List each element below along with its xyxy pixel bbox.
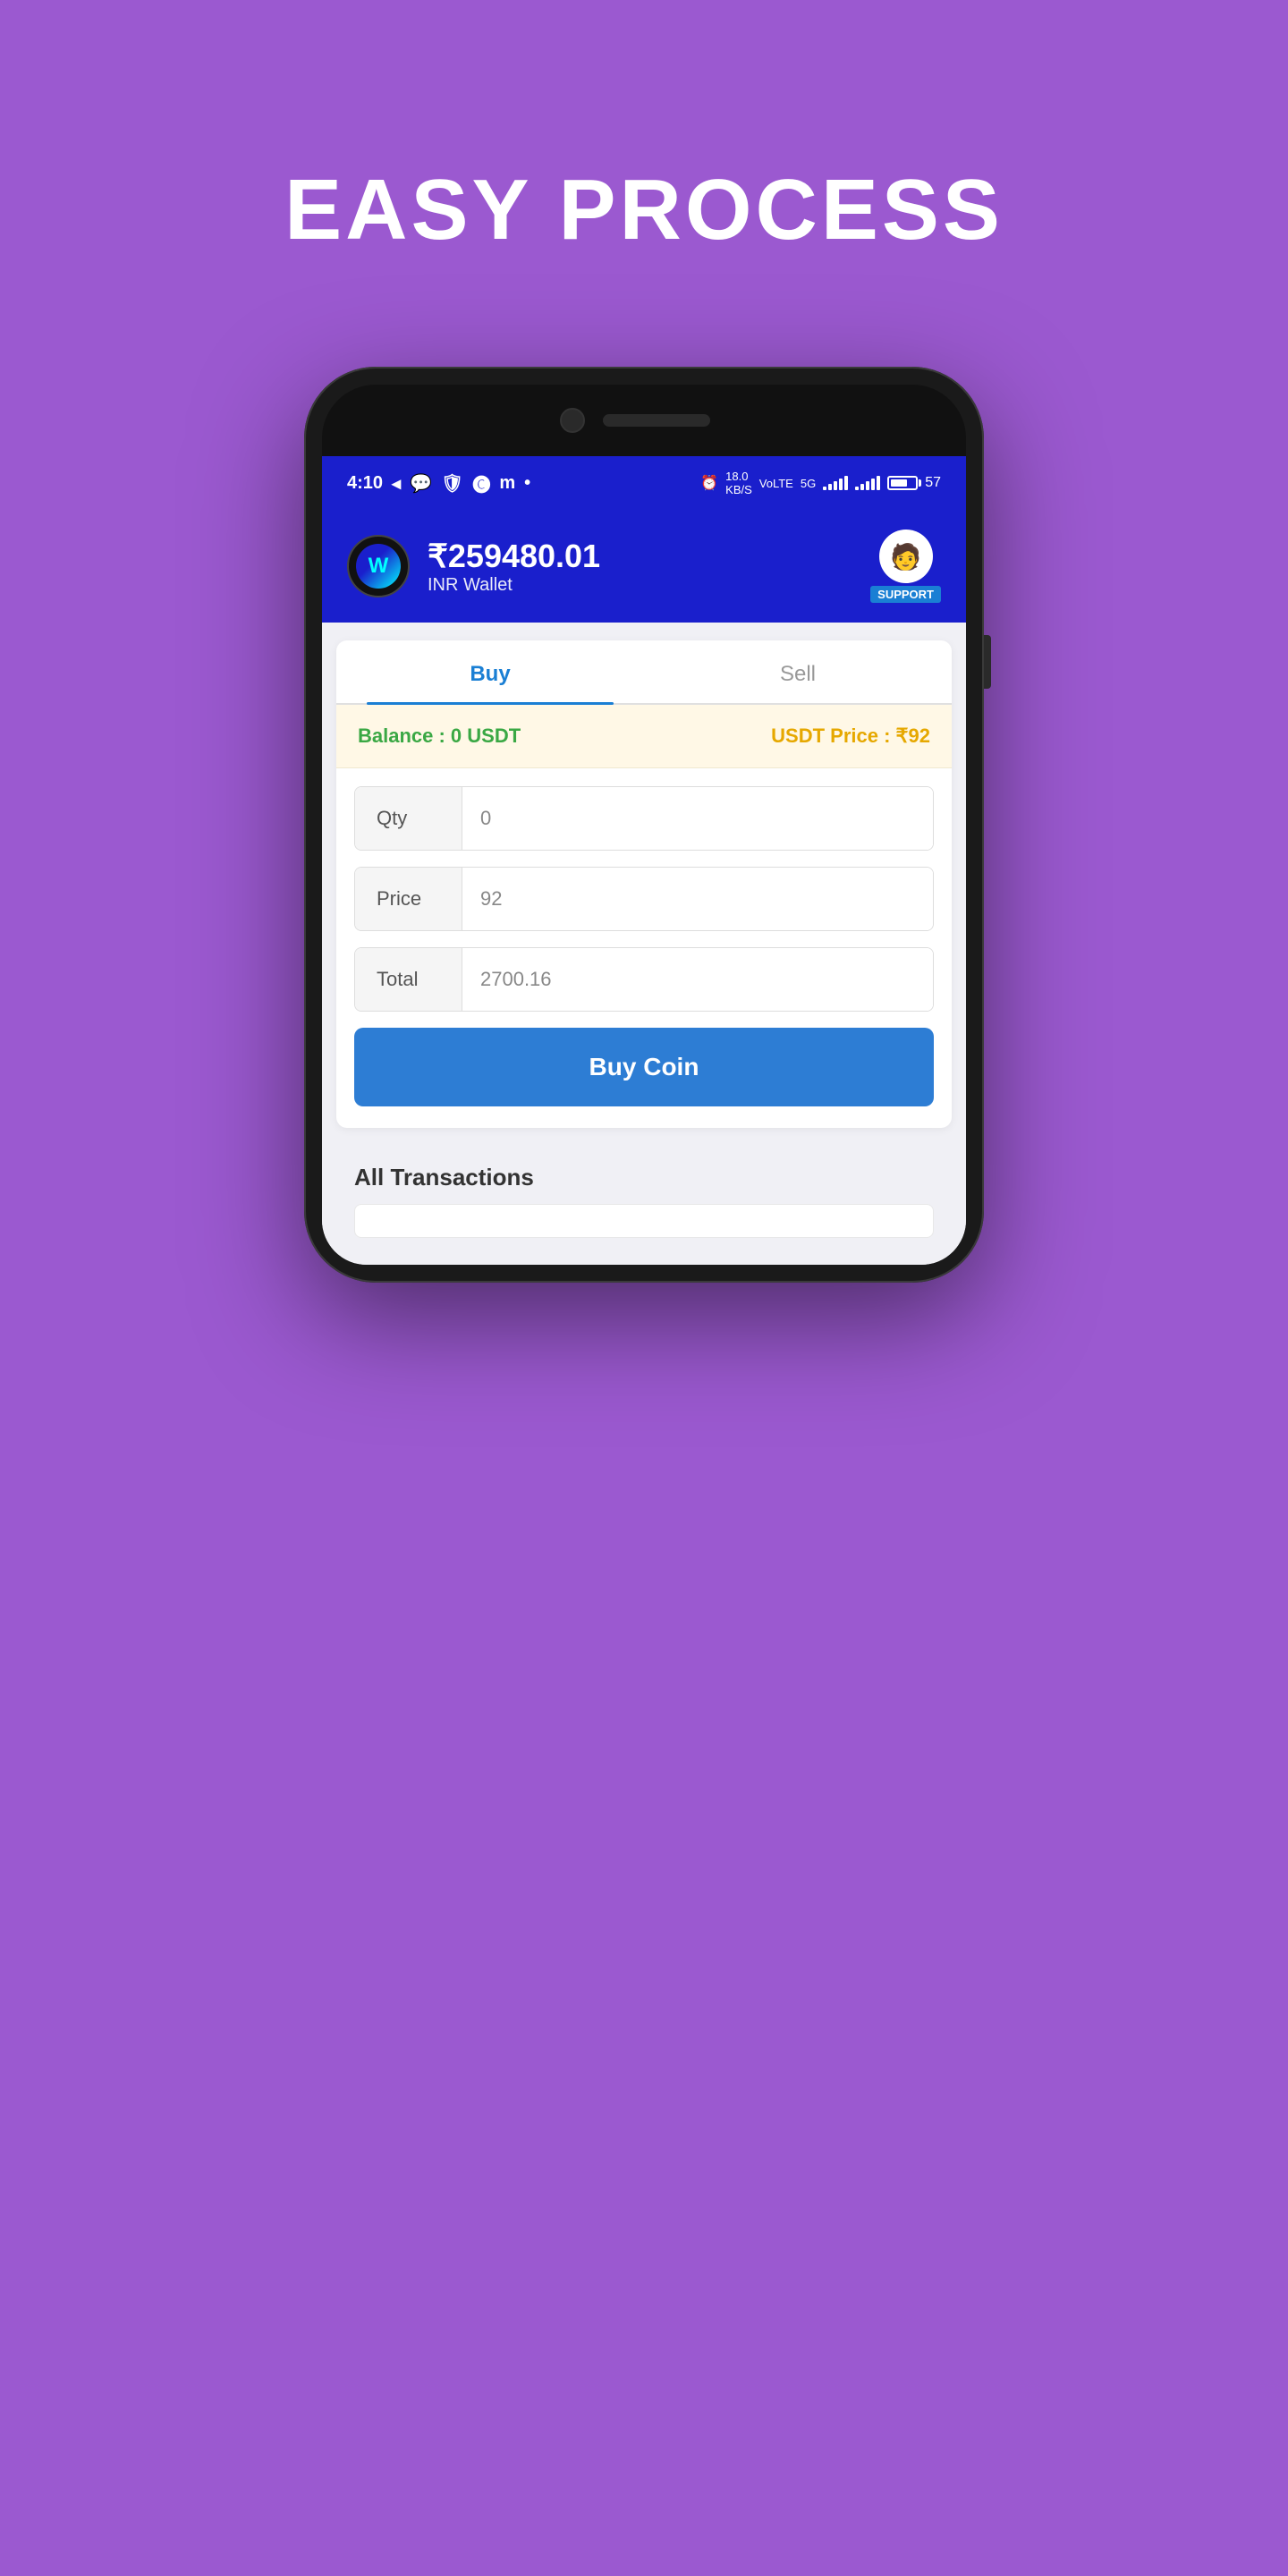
price-input[interactable] [462,868,933,930]
phone-screen: 4:10 ◂ 💬 🛡 🅒 m • ⏰ 18.0KB/S VoLTE 5G [322,456,966,1265]
shield-icon: 🛡 [441,472,463,495]
tab-buy[interactable]: Buy [336,640,644,703]
qty-label: Qty [355,787,462,850]
volte-icon: VoLTE [759,477,793,490]
header-left: W ₹259480.01 INR Wallet [347,535,600,597]
signal-bars-2 [855,476,880,490]
support-button[interactable]: 🧑 SUPPORT [870,530,941,603]
messenger-icon: 💬 [410,472,432,495]
status-bar: 4:10 ◂ 💬 🛡 🅒 m • ⏰ 18.0KB/S VoLTE 5G [322,456,966,510]
header-amount: ₹259480.01 [428,538,600,575]
location-icon: ◂ [392,472,401,495]
status-left: 4:10 ◂ 💬 🛡 🅒 m • [347,470,530,496]
header-wallet-label: INR Wallet [428,575,600,596]
status-right: ⏰ 18.0KB/S VoLTE 5G [700,470,941,496]
total-field-row: Total [354,947,934,1012]
total-label: Total [355,948,462,1011]
balance-usdt: Balance : 0 USDT [358,724,521,748]
support-label: SUPPORT [870,586,941,603]
status-time: 4:10 [347,473,383,494]
signal-bars-1 [823,476,848,490]
alarm-icon: ⏰ [700,474,718,492]
buy-form: Qty Price Total [336,768,952,1128]
usdt-price: USDT Price : ₹92 [771,724,930,748]
qty-field-row: Qty [354,786,934,851]
wallet-logo: W [347,535,410,597]
battery-icon [887,476,918,490]
price-label: Price [355,868,462,930]
phone-side-button [984,635,991,689]
network-speed: 18.0KB/S [725,470,752,496]
transaction-row [354,1204,934,1238]
m-icon: m [499,473,515,494]
cb-icon: 🅒 [472,470,490,496]
signal-5g: 5G [801,477,816,490]
phone-notch [322,385,966,456]
wallet-logo-inner: W [356,544,401,589]
total-input[interactable] [462,948,933,1011]
camera-notch [560,408,585,433]
tab-sell[interactable]: Sell [644,640,952,703]
header-balance: ₹259480.01 INR Wallet [428,538,600,596]
transactions-section: All Transactions [336,1146,952,1247]
transactions-title: All Transactions [354,1164,934,1191]
hero-title: EASY PROCESS [284,161,1004,259]
phone-frame: 4:10 ◂ 💬 🛡 🅒 m • ⏰ 18.0KB/S VoLTE 5G [304,367,984,1283]
buy-sell-card: Buy Sell Balance : 0 USDT USDT Price : ₹… [336,640,952,1128]
battery-percent: 57 [925,475,941,491]
buy-coin-button[interactable]: Buy Coin [354,1028,934,1106]
qty-input[interactable] [462,787,933,850]
phone-mockup: 4:10 ◂ 💬 🛡 🅒 m • ⏰ 18.0KB/S VoLTE 5G [304,367,984,1619]
tab-bar: Buy Sell [336,640,952,705]
app-body: Buy Sell Balance : 0 USDT USDT Price : ₹… [322,623,966,1265]
dot-icon: • [524,473,530,494]
battery-fill [891,479,907,487]
price-field-row: Price [354,867,934,931]
speaker-notch [603,414,710,427]
app-header: W ₹259480.01 INR Wallet 🧑 SUPPORT [322,510,966,623]
balance-info-bar: Balance : 0 USDT USDT Price : ₹92 [336,705,952,768]
support-figure-icon: 🧑 [879,530,933,583]
